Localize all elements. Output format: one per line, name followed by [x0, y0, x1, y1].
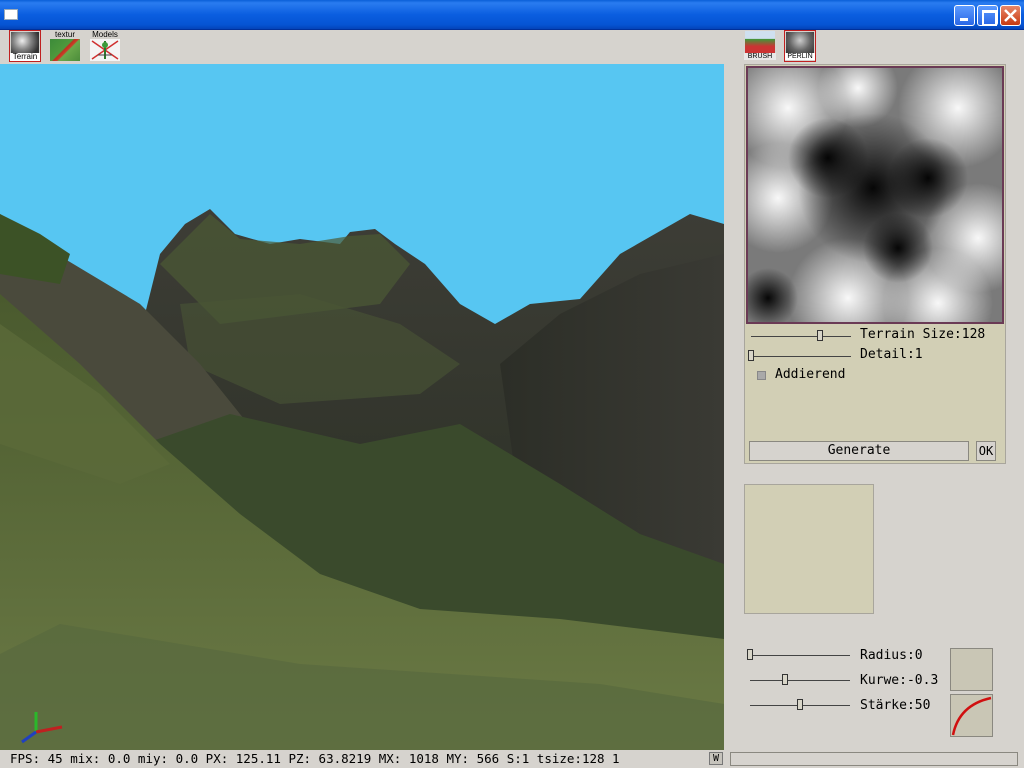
- maximize-button[interactable]: [977, 5, 998, 26]
- brush-icon: [745, 31, 775, 53]
- kurve-slider-track[interactable]: [750, 680, 850, 681]
- brush-settings: Radius:0 Kurwe:-0.3 Stärke:50: [744, 640, 1004, 740]
- radius-slider-thumb[interactable]: [747, 649, 753, 660]
- ok-button[interactable]: OK: [976, 441, 996, 461]
- perlin-tool-button[interactable]: PERLIN: [784, 30, 816, 62]
- perlin-settings-panel: Terrain Size:128 Detail:1 Addierend Gene…: [744, 64, 1006, 464]
- brush-curve-preview[interactable]: [950, 694, 993, 737]
- brush-tool-label: BRUSH: [744, 53, 776, 60]
- models-tool-button[interactable]: Models: [89, 30, 121, 62]
- title-bar[interactable]: [0, 0, 1024, 30]
- panel-tool-tabs: BRUSH PERLIN: [744, 30, 824, 64]
- staerke-label: Stärke:50: [860, 698, 931, 713]
- texture-icon: [50, 39, 80, 61]
- empty-preview-box: [744, 484, 874, 614]
- terrain-tool-label: Terrain: [10, 53, 40, 61]
- kurve-slider-thumb[interactable]: [782, 674, 788, 685]
- detail-slider-thumb[interactable]: [748, 350, 754, 361]
- addierend-checkbox[interactable]: [757, 371, 766, 380]
- perlin-tool-label: PERLIN: [785, 53, 815, 60]
- main-toolbar: Terrain textur Models: [0, 30, 724, 64]
- brush-preview-swatch[interactable]: [950, 648, 993, 691]
- perlin-noise-preview: [746, 66, 1004, 324]
- terrain-size-label: Terrain Size:128: [860, 327, 986, 342]
- terrain-size-slider-track[interactable]: [751, 336, 851, 337]
- close-icon: [1004, 9, 1017, 22]
- terrain-3d-viewport[interactable]: [0, 64, 724, 750]
- status-text: FPS: 45 mix: 0.0 miy: 0.0 PX: 125.11 PZ:…: [10, 751, 620, 766]
- curve-icon: [951, 696, 992, 736]
- brush-tool-button[interactable]: BRUSH: [744, 30, 776, 62]
- terrain-tool-button[interactable]: Terrain: [9, 30, 41, 62]
- wireframe-toggle-button[interactable]: W: [709, 752, 723, 765]
- radius-slider-track[interactable]: [750, 655, 850, 656]
- detail-slider-track[interactable]: [751, 356, 851, 357]
- models-icon: [90, 39, 120, 61]
- status-field: [730, 752, 1018, 766]
- minimize-button[interactable]: [954, 5, 975, 26]
- texture-tool-label: textur: [54, 30, 75, 39]
- terrain-size-slider-thumb[interactable]: [817, 330, 823, 341]
- generate-button[interactable]: Generate: [749, 441, 969, 461]
- status-bar: FPS: 45 mix: 0.0 miy: 0.0 PX: 125.11 PZ:…: [0, 750, 1024, 768]
- window-icon: [4, 9, 18, 20]
- addierend-label: Addierend: [775, 367, 846, 382]
- terrain-icon: [11, 32, 39, 54]
- texture-tool-button[interactable]: textur: [49, 30, 81, 62]
- close-button[interactable]: [1000, 5, 1021, 26]
- detail-label: Detail:1: [860, 347, 923, 362]
- application-window: Terrain textur Models BRUSH PERLIN Terra…: [0, 0, 1024, 768]
- models-tool-label: Models: [92, 30, 118, 39]
- perlin-icon: [786, 32, 814, 53]
- radius-label: Radius:0: [860, 648, 923, 663]
- staerke-slider-thumb[interactable]: [797, 699, 803, 710]
- kurve-label: Kurwe:-0.3: [860, 673, 939, 688]
